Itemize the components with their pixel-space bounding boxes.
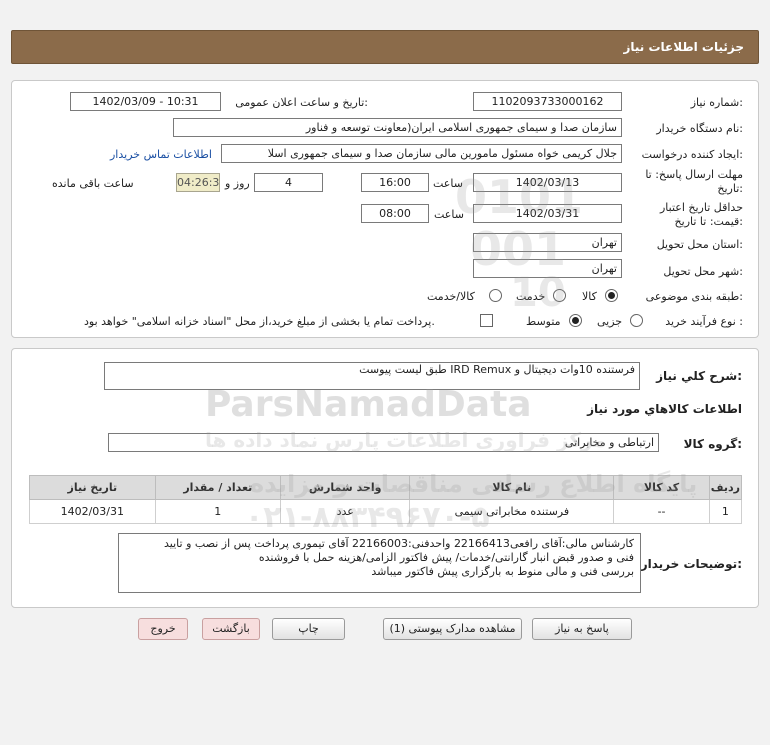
cell-quantity: 1 [154,499,281,524]
goods-group-field: ارتباطی و مخابراتی [108,433,659,452]
col-need-date: تاریخ نیاز [29,475,156,500]
buyer-notes-line: کارشناس مالی:آقای رافعی22166413 واحدفنی:… [164,537,634,550]
col-item-code: کد کالا [613,475,710,500]
buyer-notes-field: کارشناس مالی:آقای رافعی22166413 واحدفنی:… [118,533,641,593]
buyer-notes-label: توضیحات خریدار: [640,557,742,571]
buyer-org-field: سازمان صدا و سیمای جمهوری اسلامی ایران(م… [173,118,622,137]
exit-button[interactable]: خروج [138,618,188,640]
col-quantity: تعداد / مقدار [154,475,281,500]
city-label: شهر محل تحویل: [663,265,743,278]
buyer-org-label: نام دستگاه خریدار: [656,122,743,135]
cell-item-name: فرستنده مخابراتی سیمی [409,499,615,524]
city-field: تهران [473,259,622,278]
buyer-notes-line: فنی و صدور قبض انبار گارانتی/خدمات/ پیش … [258,551,634,564]
col-unit: واحد شمارش [279,475,411,500]
days-remaining-field: 4 [254,173,323,192]
category-option-service: خدمت [516,290,546,303]
deadline-date-field: 1402/03/13 [473,173,622,192]
attachments-button[interactable]: مشاهده مدارک پیوستی (1) [383,618,522,640]
cell-need-date: 1402/03/31 [29,499,156,524]
cell-item-code: -- [613,499,710,524]
buyer-notes-line: بررسی فنی و مالی منوط به بارگزاری پیش فا… [371,565,634,578]
need-number-field: 1102093733000162 [473,92,622,111]
reply-button[interactable]: پاسخ به نیاز [532,618,632,640]
remaining-time-field: 04:26:39 [176,173,220,192]
days-label: روز و [225,177,250,190]
process-radio-minor[interactable] [630,314,643,327]
print-button[interactable]: چاپ [272,618,345,640]
category-option-goods: کالا [582,290,597,303]
category-radio-service[interactable] [553,289,566,302]
category-radio-goods-service[interactable] [489,289,502,302]
goods-table: ردیف کد کالا نام کالا واحد شمارش تعداد /… [29,475,743,524]
validity-time-field: 08:00 [361,204,429,223]
process-label: نوع فرآیند خرید : [665,315,743,328]
treasury-payment-text: پرداخت تمام یا بخشی از مبلغ خرید،از محل … [84,315,435,328]
deadline-label-line2: تاریخ: [717,182,743,195]
creator-label: ایجاد کننده درخواست: [641,148,743,161]
summary-field: فرستنده 10وات دیجیتال و IRD Remux طبق لی… [104,362,640,390]
announce-label: تاریخ و ساعت اعلان عمومی: [235,96,368,109]
province-label: استان محل تحویل: [656,238,743,251]
need-number-label: شماره نیاز: [690,96,743,109]
cell-unit: عدد [279,499,411,524]
table-header-row: ردیف کد کالا نام کالا واحد شمارش تعداد /… [29,475,743,500]
treasury-payment-checkbox[interactable] [480,314,493,327]
validity-date-field: 1402/03/31 [473,204,622,223]
remaining-time-label: ساعت باقی مانده [52,177,134,190]
summary-label: شرح کلي نياز: [656,369,742,383]
announce-datetime-field: 1402/03/09 - 10:31 [70,92,221,111]
cell-row-number: 1 [708,499,743,524]
buyer-contact-link[interactable]: اطلاعات تماس خریدار [110,148,212,161]
deadline-label-line1: مهلت ارسال پاسخ: تا [645,168,743,181]
category-radio-goods[interactable] [605,289,618,302]
process-radio-medium[interactable] [569,314,582,327]
page-header: جزئیات اطلاعات نیاز [11,30,759,64]
col-row-number: ردیف [708,475,743,500]
process-option-medium: متوسط [526,315,561,328]
col-item-name: نام کالا [409,475,615,500]
creator-field: جلال کریمی خواه مسئول مامورین مالی سازما… [221,144,622,163]
validity-label-line2: قیمت: تا تاریخ: [674,215,743,228]
deadline-time-field: 16:00 [361,173,429,192]
category-option-goods-service: کالا/خدمت [427,290,475,303]
back-button[interactable]: بازگشت [202,618,260,640]
category-label: طبقه بندی موضوعی: [645,290,743,303]
goods-section-title: اطلاعات کالاهاي مورد نياز [587,402,742,416]
table-row: 1 -- فرستنده مخابراتی سیمی عدد 1 1402/03… [29,499,743,524]
process-option-minor: جزیی [597,315,623,328]
deadline-time-label: ساعت [433,177,463,190]
validity-time-label: ساعت [434,208,464,221]
province-field: تهران [473,233,622,252]
validity-label-line1: حداقل تاریخ اعتبار [659,201,743,214]
goods-group-label: گروه کالا: [683,437,742,451]
page-title: جزئیات اطلاعات نیاز [623,40,744,54]
